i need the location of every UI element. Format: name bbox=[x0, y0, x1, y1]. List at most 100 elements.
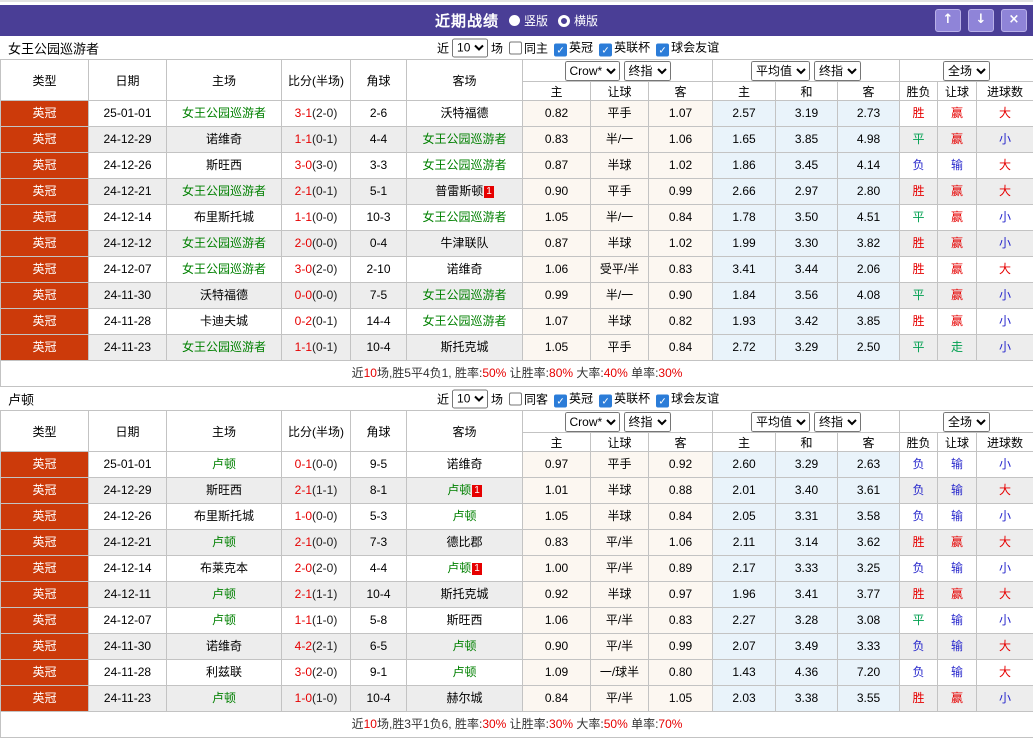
home-team-name[interactable]: 女王公园巡游者 bbox=[182, 106, 266, 120]
home-team-cell: 女王公园巡游者 bbox=[166, 256, 282, 283]
corners: 9-5 bbox=[350, 451, 407, 478]
result-handicap: 输 bbox=[937, 503, 978, 530]
league-filter-championship[interactable]: ✓ 英冠 bbox=[548, 390, 593, 408]
away-team-name[interactable]: 卢顿 bbox=[447, 483, 471, 497]
match-count-select[interactable]: 10 bbox=[452, 38, 489, 57]
home-team-name[interactable]: 卢顿 bbox=[212, 587, 236, 601]
home-team-name[interactable]: 女王公园巡游者 bbox=[182, 236, 266, 250]
match-count-select[interactable]: 10 bbox=[452, 389, 489, 408]
home-team-name[interactable]: 斯旺西 bbox=[206, 483, 242, 497]
move-down-button[interactable]: ↓ bbox=[968, 9, 994, 32]
away-team-name[interactable]: 卢顿 bbox=[452, 509, 476, 523]
match-row: 英冠 24-12-29 诺维奇 1-1(0-1) 4-4 女王公园巡游者 0.8… bbox=[0, 126, 1033, 153]
away-team-name[interactable]: 女王公园巡游者 bbox=[422, 314, 506, 328]
avg-odds-away: 3.61 bbox=[836, 477, 901, 504]
away-team-name[interactable]: 女王公园巡游者 bbox=[422, 132, 506, 146]
away-team-name[interactable]: 卢顿 bbox=[452, 639, 476, 653]
league-filter-friendly[interactable]: ✓ 球会友谊 bbox=[650, 39, 719, 57]
away-team-name[interactable]: 女王公园巡游者 bbox=[422, 288, 506, 302]
home-team-cell: 斯旺西 bbox=[166, 152, 282, 179]
score-cell: 4-2(2-1) bbox=[281, 633, 351, 660]
avg-odds-draw: 3.28 bbox=[775, 607, 838, 634]
home-team-name[interactable]: 女王公园巡游者 bbox=[182, 262, 266, 276]
home-team-cell: 布莱克本 bbox=[166, 555, 282, 582]
league-filter-efl-cup[interactable]: ✓ 英联杯 bbox=[593, 390, 650, 408]
home-team-name[interactable]: 诺维奇 bbox=[206, 639, 242, 653]
result-goals: 大 bbox=[976, 178, 1033, 205]
league-filter-efl-cup[interactable]: ✓ 英联杯 bbox=[593, 39, 650, 57]
bookmaker-select[interactable]: Crow* bbox=[564, 60, 620, 81]
home-team-name[interactable]: 卢顿 bbox=[212, 535, 236, 549]
average-stage-select[interactable]: 终指 bbox=[814, 411, 861, 432]
away-team-name[interactable]: 德比郡 bbox=[446, 535, 482, 549]
home-team-name[interactable]: 女王公园巡游者 bbox=[182, 184, 266, 198]
bookmaker-select[interactable]: Crow* bbox=[564, 411, 620, 432]
bookmaker-stage-select[interactable]: 终指 bbox=[623, 60, 671, 81]
away-team-name[interactable]: 女王公园巡游者 bbox=[422, 210, 506, 224]
home-team-name[interactable]: 卢顿 bbox=[212, 613, 236, 627]
match-date: 25-01-01 bbox=[88, 100, 167, 127]
home-team-cell: 女王公园巡游者 bbox=[166, 230, 282, 257]
home-team-name[interactable]: 卡迪夫城 bbox=[200, 314, 248, 328]
view-option-horizontal[interactable]: 横版 bbox=[558, 12, 598, 29]
col-goals: 进球数 bbox=[976, 432, 1033, 452]
col-away: 客场 bbox=[406, 59, 523, 101]
home-team-cell: 卢顿 bbox=[166, 529, 282, 556]
away-team-name[interactable]: 赫尔城 bbox=[446, 691, 482, 705]
home-team-name[interactable]: 沃特福德 bbox=[200, 288, 248, 302]
checkbox-unchecked-icon bbox=[509, 41, 523, 54]
league-filter-friendly[interactable]: ✓ 球会友谊 bbox=[650, 390, 719, 408]
home-team-name[interactable]: 斯旺西 bbox=[206, 158, 242, 172]
odds-away: 0.83 bbox=[648, 256, 713, 283]
average-select[interactable]: 平均值 bbox=[751, 411, 810, 432]
away-team-name[interactable]: 卢顿 bbox=[447, 561, 471, 575]
away-team-name[interactable]: 诺维奇 bbox=[446, 262, 482, 276]
result-win-draw-loss: 负 bbox=[899, 633, 939, 660]
league-badge: 英冠 bbox=[0, 100, 89, 127]
home-team-name[interactable]: 诺维奇 bbox=[206, 132, 242, 146]
result-win-draw-loss: 平 bbox=[899, 204, 939, 231]
scope-select[interactable]: 全场 bbox=[943, 411, 991, 432]
summary-text: 近 bbox=[351, 366, 364, 380]
away-team-name[interactable]: 普雷斯顿 bbox=[435, 184, 483, 198]
move-up-button[interactable]: ↑ bbox=[935, 9, 961, 32]
match-row: 英冠 24-12-07 女王公园巡游者 3-0(2-0) 2-10 诺维奇 1.… bbox=[0, 256, 1033, 283]
home-team-name[interactable]: 布里斯托城 bbox=[194, 509, 254, 523]
away-team-name[interactable]: 沃特福德 bbox=[440, 106, 488, 120]
home-team-name[interactable]: 利兹联 bbox=[206, 665, 242, 679]
league-badge: 英冠 bbox=[0, 607, 89, 634]
bookmaker-stage-select[interactable]: 终指 bbox=[623, 411, 671, 432]
col-avg-home: 主 bbox=[712, 81, 776, 101]
away-team-name[interactable]: 斯托克城 bbox=[440, 340, 488, 354]
scope-select[interactable]: 全场 bbox=[943, 60, 991, 81]
halftime-score: (1-0) bbox=[312, 613, 338, 627]
away-team-name[interactable]: 牛津联队 bbox=[440, 236, 488, 250]
away-team-name[interactable]: 斯托克城 bbox=[440, 587, 488, 601]
same-venue-filter[interactable]: 同客 bbox=[503, 390, 548, 407]
home-team-name[interactable]: 女王公园巡游者 bbox=[182, 340, 266, 354]
average-select[interactable]: 平均值 bbox=[751, 60, 810, 81]
score-cell: 1-0(0-0) bbox=[281, 503, 351, 530]
same-venue-filter[interactable]: 同主 bbox=[503, 39, 548, 56]
league-filter-championship[interactable]: ✓ 英冠 bbox=[548, 39, 593, 57]
away-team-name[interactable]: 卢顿 bbox=[452, 665, 476, 679]
home-team-name[interactable]: 卢顿 bbox=[212, 691, 236, 705]
result-goals: 小 bbox=[976, 607, 1033, 634]
view-option-vertical[interactable]: 竖版 bbox=[508, 12, 548, 29]
home-team-name[interactable]: 布莱克本 bbox=[200, 561, 248, 575]
summary-stat-value: 30% bbox=[482, 717, 507, 731]
team-name: 女王公园巡游者 bbox=[8, 41, 100, 56]
match-row: 英冠 24-12-07 卢顿 1-1(1-0) 5-8 斯旺西 1.06 平/半… bbox=[0, 607, 1033, 634]
home-team-name[interactable]: 布里斯托城 bbox=[194, 210, 254, 224]
match-filters: 近 10 场 同客 ✓ 英冠 ✓ 英联杯 ✓ 球会友谊 bbox=[437, 389, 719, 408]
home-team-name[interactable]: 卢顿 bbox=[212, 457, 236, 471]
away-team-name[interactable]: 诺维奇 bbox=[446, 457, 482, 471]
avg-odds-away: 3.85 bbox=[836, 308, 901, 335]
average-stage-select[interactable]: 终指 bbox=[814, 60, 861, 81]
avg-odds-draw: 3.33 bbox=[775, 555, 838, 582]
away-team-name[interactable]: 女王公园巡游者 bbox=[422, 158, 506, 172]
close-button[interactable]: × bbox=[1001, 9, 1027, 32]
away-team-name[interactable]: 斯旺西 bbox=[446, 613, 482, 627]
score-cell: 0-1(0-0) bbox=[281, 451, 351, 478]
matches-label: 场 bbox=[491, 41, 504, 55]
